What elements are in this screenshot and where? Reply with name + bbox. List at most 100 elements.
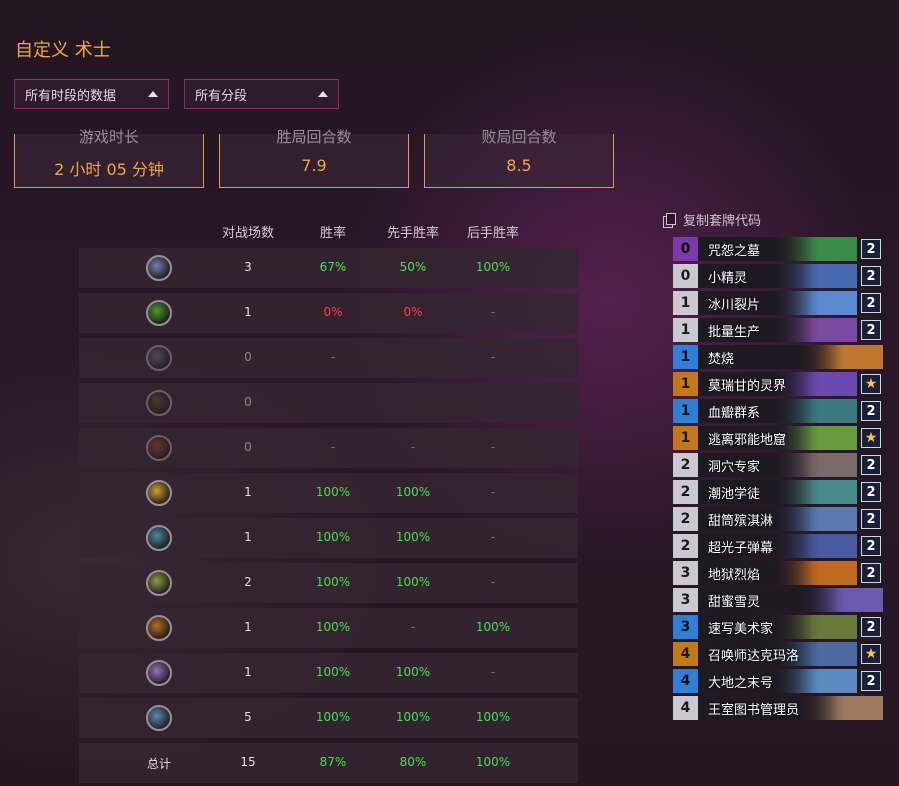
- mana-cost: 3: [673, 588, 698, 612]
- deck-card[interactable]: 2 潮池学徒 2: [673, 480, 883, 504]
- deck-card[interactable]: 3 甜蜜雪灵: [673, 588, 883, 612]
- card-art: [772, 561, 857, 585]
- games-cell: 1: [244, 665, 252, 679]
- time-range-dropdown[interactable]: 所有时段的数据: [14, 79, 169, 109]
- header-first-winrate: 先手胜率: [386, 226, 439, 241]
- mana-cost: 2: [673, 453, 698, 477]
- copy-deck-code-button[interactable]: 复制套牌代码: [663, 210, 761, 229]
- class-icon-2: [146, 300, 172, 326]
- header-second-winrate: 后手胜率: [466, 226, 519, 241]
- first-winrate-cell: 0%: [403, 305, 423, 319]
- mana-cost: 4: [673, 696, 698, 720]
- card-art: [772, 480, 857, 504]
- deck-card[interactable]: 0 小精灵 2: [673, 264, 883, 288]
- deck-card[interactable]: 4 王室图书管理员: [673, 696, 883, 720]
- stat-card-playtime: 游戏时长 2 小时 05 分钟: [14, 128, 204, 188]
- stat-value: 2 小时 05 分钟: [54, 160, 164, 179]
- class-icon-6: [146, 480, 172, 506]
- games-cell: 1: [244, 305, 252, 319]
- first-winrate-cell: 100%: [395, 665, 431, 679]
- first-winrate-cell: -: [410, 440, 416, 454]
- table-row: 1 100% 100% -: [79, 518, 578, 558]
- page-title: 自定义 术士: [15, 40, 111, 61]
- deck-card[interactable]: 3 速写美术家 2: [673, 615, 883, 639]
- second-winrate-cell: -: [490, 575, 496, 589]
- card-count: 2: [861, 293, 881, 313]
- header-games: 对战场数: [221, 226, 274, 241]
- table-row: 3 67% 50% 100%: [79, 248, 578, 288]
- deck-card[interactable]: 1 冰川裂片 2: [673, 291, 883, 315]
- winrate-cell: 0%: [323, 305, 343, 319]
- stat-label: 胜局回合数: [276, 128, 352, 146]
- first-winrate-cell: 100%: [395, 485, 431, 499]
- time-range-label: 所有时段的数据: [25, 88, 117, 104]
- mana-cost: 0: [673, 237, 698, 261]
- stat-label: 败局回合数: [481, 128, 557, 146]
- card-name: 王室图书管理员: [708, 702, 800, 718]
- second-winrate-cell: 100%: [475, 710, 511, 724]
- mana-cost: 2: [673, 534, 698, 558]
- class-icon-10: [146, 660, 172, 686]
- deck-card[interactable]: 1 莫瑞甘的灵界 ★: [673, 372, 883, 396]
- card-name: 血瓣群系: [708, 405, 761, 421]
- chevron-up-icon: [318, 91, 328, 97]
- copy-icon: [663, 212, 676, 228]
- card-art: [772, 534, 857, 558]
- table-row: 1 100% 100% -: [79, 653, 578, 693]
- winrate-cell: -: [330, 440, 336, 454]
- deck-card[interactable]: 1 逃离邪能地窟 ★: [673, 426, 883, 450]
- card-count: 2: [861, 401, 881, 421]
- deck-card[interactable]: 2 甜筒殡淇淋 2: [673, 507, 883, 531]
- total-winrate: 87%: [319, 755, 347, 769]
- deck-card[interactable]: 4 召唤师达克玛洛 ★: [673, 642, 883, 666]
- card-art: [772, 291, 857, 315]
- rank-dropdown[interactable]: 所有分段: [184, 79, 339, 109]
- deck-card[interactable]: 3 地狱烈焰 2: [673, 561, 883, 585]
- second-winrate-cell: -: [490, 530, 496, 544]
- table-row: 0: [79, 383, 578, 423]
- deck-card[interactable]: 2 洞穴专家 2: [673, 453, 883, 477]
- deck-card[interactable]: 1 血瓣群系 2: [673, 399, 883, 423]
- table-row: 1 100% 100% -: [79, 473, 578, 513]
- winrate-cell: 100%: [315, 530, 351, 544]
- table-row: 1 0% 0% -: [79, 293, 578, 333]
- first-winrate-cell: 100%: [395, 530, 431, 544]
- deck-list: 0 咒怨之墓 2 0 小精灵 2 1 冰川裂片 2 1 批量生产 2 1 焚烧 1 莫瑞甘的灵界 ★ 1 血瓣群系 2…: [673, 237, 883, 723]
- card-art: [772, 615, 857, 639]
- stat-value: 8.5: [506, 156, 532, 175]
- card-name: 潮池学徒: [708, 486, 761, 502]
- card-name: 洞穴专家: [708, 459, 761, 475]
- deck-card[interactable]: 1 批量生产 2: [673, 318, 883, 342]
- games-cell: 0: [244, 440, 252, 454]
- card-art: [772, 453, 857, 477]
- winrate-cell: 100%: [315, 665, 351, 679]
- stat-label: 游戏时长: [78, 128, 139, 146]
- games-cell: 0: [244, 395, 252, 409]
- class-icon-7: [146, 525, 172, 551]
- winrate-cell: 100%: [315, 620, 351, 634]
- card-art: [772, 318, 857, 342]
- card-name: 咒怨之墓: [708, 243, 761, 259]
- deck-card[interactable]: 2 超光子弹幕 2: [673, 534, 883, 558]
- mana-cost: 1: [673, 291, 698, 315]
- mana-cost: 4: [673, 669, 698, 693]
- card-name: 甜筒殡淇淋: [708, 513, 774, 529]
- deck-card[interactable]: 1 焚烧: [673, 345, 883, 369]
- mana-cost: 4: [673, 642, 698, 666]
- total-label: 总计: [146, 757, 171, 771]
- card-art: [798, 588, 883, 612]
- rank-label: 所有分段: [195, 88, 248, 104]
- card-count: 2: [861, 266, 881, 286]
- card-art: [798, 696, 883, 720]
- games-cell: 3: [244, 260, 252, 274]
- deck-card[interactable]: 0 咒怨之墓 2: [673, 237, 883, 261]
- legendary-star-icon: ★: [861, 428, 881, 448]
- total-first-winrate: 80%: [399, 755, 427, 769]
- card-name: 速写美术家: [708, 621, 774, 637]
- card-count: 2: [861, 239, 881, 259]
- card-name: 召唤师达克玛洛: [708, 648, 800, 664]
- deck-card[interactable]: 4 大地之末号 2: [673, 669, 883, 693]
- games-cell: 1: [244, 485, 252, 499]
- mana-cost: 1: [673, 345, 698, 369]
- games-cell: 1: [244, 620, 252, 634]
